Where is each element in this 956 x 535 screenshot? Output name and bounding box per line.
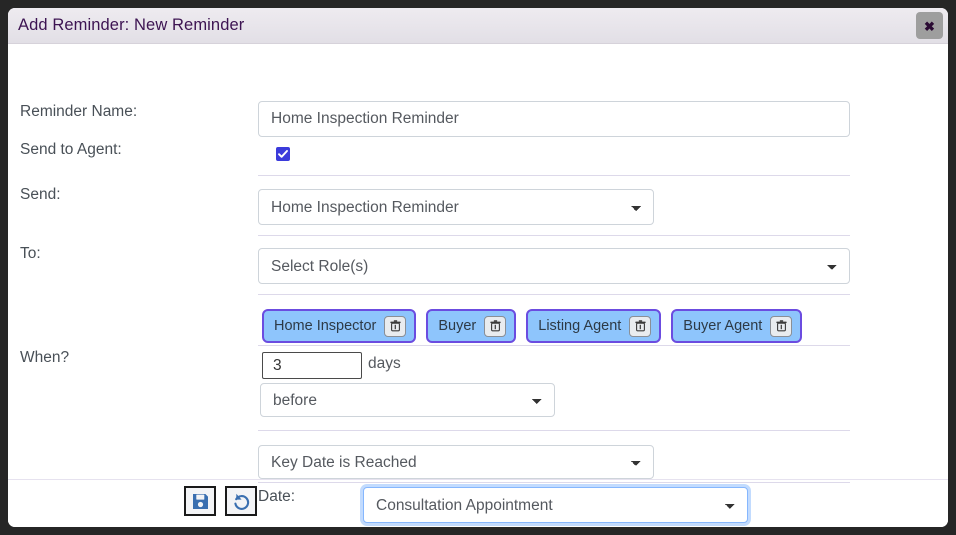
divider — [258, 345, 850, 346]
role-tag-listing-agent[interactable]: Listing Agent — [526, 309, 662, 343]
role-tag-buyer[interactable]: Buyer — [426, 309, 517, 343]
days-offset-input[interactable] — [262, 352, 362, 379]
divider — [258, 175, 850, 176]
to-role-select[interactable]: Select Role(s) — [258, 248, 850, 284]
trash-icon[interactable] — [484, 315, 507, 337]
save-button[interactable] — [184, 486, 216, 516]
days-unit-label: days — [368, 355, 401, 372]
to-label: To: — [20, 245, 41, 262]
role-tag-label: Listing Agent — [538, 318, 622, 334]
undo-arrow-icon — [233, 493, 249, 510]
checkmark-icon — [278, 150, 288, 158]
reset-button[interactable] — [225, 486, 257, 516]
reminder-form: Reminder Name: Send to Agent: Send: Home… — [8, 44, 948, 527]
trash-icon[interactable] — [629, 315, 652, 337]
trash-glyph — [635, 320, 646, 332]
reminder-name-input[interactable] — [258, 101, 850, 137]
role-tag-home-inspector[interactable]: Home Inspector — [262, 309, 417, 343]
role-tag-buyer-agent[interactable]: Buyer Agent — [671, 309, 803, 343]
dialog-titlebar: Add Reminder: New Reminder ✖ — [8, 8, 948, 44]
trash-glyph — [390, 320, 401, 332]
divider — [258, 430, 850, 431]
selected-roles-list: Home Inspector Buyer Listing Agent Buyer… — [262, 309, 803, 343]
trash-icon[interactable] — [384, 315, 407, 337]
trash-glyph — [776, 320, 787, 332]
divider — [258, 235, 850, 236]
send-select[interactable]: Home Inspection Reminder — [258, 189, 654, 225]
role-tag-label: Buyer — [438, 318, 477, 334]
role-tag-label: Buyer Agent — [683, 318, 763, 334]
divider — [258, 294, 850, 295]
reminder-name-label: Reminder Name: — [20, 103, 138, 120]
offset-direction-select[interactable]: before — [260, 383, 555, 417]
add-reminder-dialog: Add Reminder: New Reminder ✖ Reminder Na… — [8, 8, 948, 527]
trash-glyph — [490, 320, 501, 332]
dialog-title: Add Reminder: New Reminder — [18, 16, 245, 34]
send-to-agent-label: Send to Agent: — [20, 141, 122, 158]
save-floppy-icon — [192, 493, 208, 509]
trash-icon[interactable] — [770, 315, 793, 337]
trigger-event-select[interactable]: Key Date is Reached — [258, 445, 654, 479]
send-label: Send: — [20, 186, 61, 203]
role-tag-label: Home Inspector — [274, 318, 377, 334]
dialog-footer — [8, 479, 948, 527]
send-to-agent-checkbox[interactable] — [276, 147, 290, 161]
close-icon[interactable]: ✖ — [916, 12, 943, 39]
when-label: When? — [20, 349, 70, 366]
